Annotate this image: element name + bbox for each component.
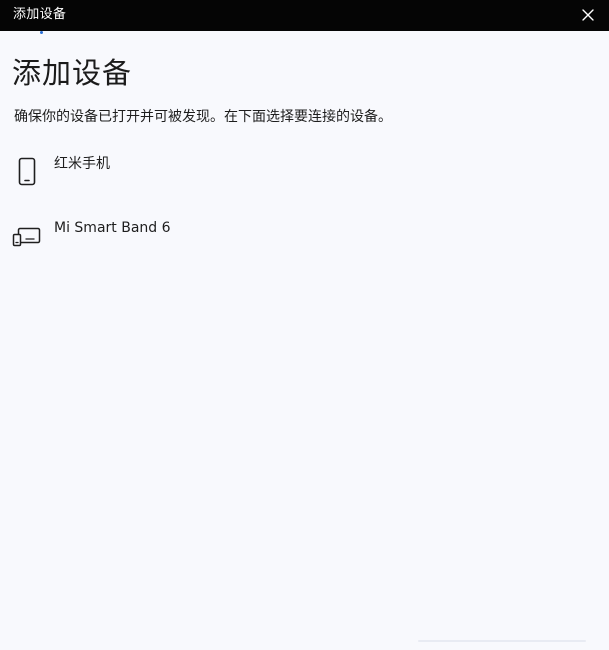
loading-indicator-dot (40, 31, 43, 34)
page-title: 添加设备 (12, 56, 133, 90)
device-item-redmi-phone[interactable]: 红米手机 (0, 148, 600, 204)
bottom-button-edge (418, 640, 586, 642)
phone-icon (12, 154, 42, 186)
title-bar: 添加设备 (0, 0, 609, 31)
close-icon (582, 9, 594, 21)
window-title: 添加设备 (13, 7, 67, 22)
instructions-text: 确保你的设备已打开并可被发现。在下面选择要连接的设备。 (14, 109, 392, 125)
wearable-device-icon (12, 218, 42, 250)
close-button[interactable] (579, 6, 597, 24)
device-label: 红米手机 (54, 156, 110, 172)
device-label: Mi Smart Band 6 (54, 220, 171, 236)
add-device-window: 添加设备 添加设备 确保你的设备已打开并可被发现。在下面选择要连接的设备。 红米… (0, 0, 609, 650)
device-item-mi-smart-band-6[interactable]: Mi Smart Band 6 (0, 212, 600, 268)
